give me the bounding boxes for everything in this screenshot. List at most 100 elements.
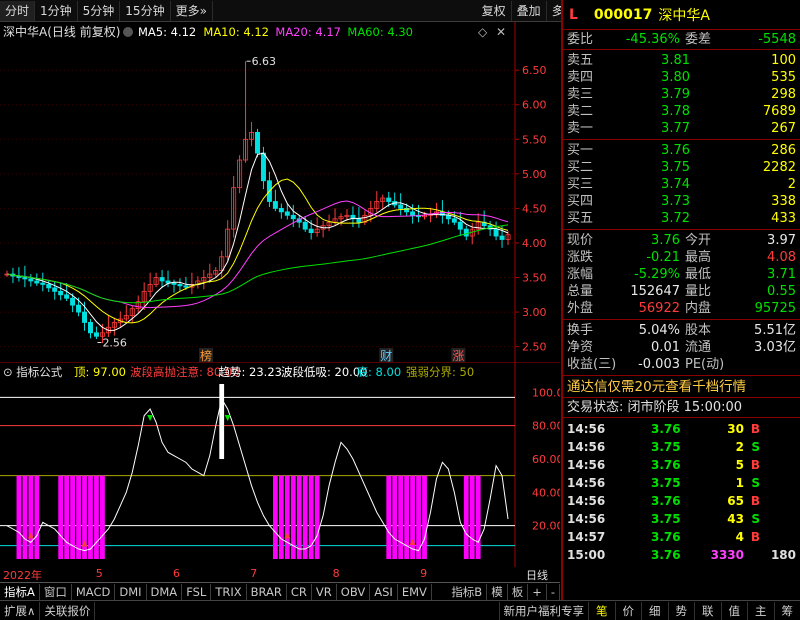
oversold-bar [284, 475, 290, 559]
indicator-tab-10[interactable]: OBV [337, 583, 371, 600]
time-axis: 2022年 5 6 7 8 9 日线 [0, 567, 560, 583]
bottom-left-1[interactable]: 关联报价 [40, 601, 96, 620]
toolbar-period-0[interactable]: 分时 [0, 0, 36, 21]
fund-row-0: 换手 5.04% 股本 5.51亿 [563, 322, 800, 339]
book-volume: 100 [771, 53, 796, 68]
ma-label-2: MA20: 4.17 [275, 25, 341, 39]
price-chart[interactable]: 6.50 6.00 5.50 5.00 4.50 4.00 3.50 3.00 2.50 深中华A… [0, 22, 560, 362]
fund-value: 0.01 [651, 340, 680, 355]
indicator-tick-label: 20.00 [532, 520, 560, 533]
market-badge: L [569, 6, 578, 23]
price-tick-label: 5.50 [522, 133, 547, 146]
bottom-right-0[interactable]: 新用户福利专享 [498, 601, 589, 620]
quote-panel: L 000017 深中华A 委比 -45.36% 委差 -5548 卖五 3.81… [561, 0, 800, 600]
toolbar-btn-0[interactable]: 复权 [477, 0, 512, 21]
bottom-right-4[interactable]: 势 [667, 601, 695, 620]
close-icon[interactable]: ✕ [496, 25, 506, 39]
oversold-bar [475, 475, 481, 559]
book-volume: 433 [771, 211, 796, 226]
settings-icon[interactable] [123, 27, 133, 37]
candle-body [410, 211, 416, 216]
trend-line [6, 397, 509, 552]
event-marker-1[interactable]: 财 [380, 349, 392, 362]
candle-body [308, 228, 314, 233]
book-volume: 535 [771, 70, 796, 85]
indicator-tab-8[interactable]: CR [287, 583, 312, 600]
event-marker-0[interactable]: 榜 [200, 348, 212, 362]
ma5-line [6, 152, 509, 331]
tick-row-3: 14:56 3.75 1 S [563, 474, 800, 492]
indicator-tab-7[interactable]: BRAR [247, 583, 287, 600]
indicator-tab-right-2[interactable]: 板 [508, 583, 529, 600]
time-period[interactable]: 日线 [526, 567, 548, 583]
promo-banner[interactable]: 通达信仅需20元查看千档行情 [563, 376, 800, 398]
candle-body [40, 282, 46, 285]
indicator-tab-12[interactable]: EMV [398, 583, 432, 600]
ask-row-0: 卖五 3.81 100 [563, 52, 800, 69]
candle-body [88, 322, 93, 334]
diamond-icon[interactable]: ◇ [478, 25, 488, 39]
bottom-right-8[interactable]: 筹 [773, 601, 800, 620]
bottom-left-0[interactable]: 扩展∧ [0, 601, 41, 620]
toolbar-period-3[interactable]: 15分钟 [120, 0, 171, 21]
tick-side: B [750, 530, 760, 544]
stat-value-2: 3.71 [767, 267, 796, 282]
candle-body [356, 218, 362, 223]
stat-row-4: 外盘 56922 内盘 95725 [563, 300, 800, 317]
weibi-value: -45.36% [625, 32, 680, 47]
indicator-tab-4[interactable]: DMA [147, 583, 183, 600]
toolbar-period-2[interactable]: 5分钟 [78, 0, 121, 21]
bottom-right-6[interactable]: 值 [720, 601, 748, 620]
indicator-tab-right-3[interactable]: + [528, 583, 547, 600]
indicator-tab-3[interactable]: DMI [115, 583, 147, 600]
toolbar-period-4[interactable]: 更多» [171, 0, 213, 21]
indicator-chart[interactable]: ⊙ 指标公式 顶: 97.00 波段高抛注意: 80.00趋势: 23.23 波段低吸… [0, 362, 560, 567]
tick-row-1: 14:56 3.75 2 S [563, 438, 800, 456]
fund-row-1: 净资 0.01 流通 3.03亿 [563, 339, 800, 356]
bottom-right-1[interactable]: 笔 [588, 601, 615, 620]
book-label: 卖五 [567, 53, 594, 68]
tick-side: S [751, 512, 760, 526]
indicator-tab-right-4[interactable]: - [547, 583, 560, 600]
tick-side: 180 [770, 548, 796, 562]
tick-side: B [750, 494, 760, 508]
indicator-tab-0[interactable]: 指标A [0, 583, 40, 600]
bottom-right-3[interactable]: 细 [641, 601, 668, 620]
indicator-tab-2[interactable]: MACD [72, 583, 116, 600]
oversold-bar [58, 475, 64, 559]
book-label: 买三 [567, 177, 594, 192]
indicator-tab-1[interactable]: 窗口 [40, 583, 72, 600]
stock-name: 深中华A [658, 7, 710, 24]
indicator-tab-5[interactable]: FSL [182, 583, 212, 600]
indicator-tab-right-1[interactable]: 模 [487, 583, 508, 600]
candle-body [183, 285, 189, 288]
stat-value-2: 4.08 [767, 250, 796, 265]
toolbar-period-1[interactable]: 1分钟 [35, 0, 78, 21]
book-volume: 2 [787, 177, 796, 192]
indicator-tab-9[interactable]: VR [312, 583, 337, 600]
indicator-tab-6[interactable]: TRIX [211, 583, 247, 600]
book-price: 3.79 [661, 87, 690, 102]
toolbar-btn-1[interactable]: 叠加 [512, 0, 547, 21]
bottom-right-5[interactable]: 联 [694, 601, 721, 620]
tick-row-7: 15:00 3.76 3330 180 [563, 546, 800, 564]
indicator-tab-11[interactable]: ASI [370, 583, 398, 600]
fund-label-2: 流通 [685, 340, 712, 355]
event-marker-2[interactable]: 涨 [452, 348, 464, 362]
bid-row-1: 买二 3.75 2282 [563, 159, 800, 176]
indicator-label-5: 强弱分界: 50 [406, 365, 474, 379]
weibi-label: 委比 [567, 32, 594, 47]
bottom-right-7[interactable]: 主 [747, 601, 774, 620]
bottom-right-2[interactable]: 价 [614, 601, 642, 620]
fund-value-2: 5.51亿 [754, 323, 796, 338]
candle-body [159, 277, 165, 282]
candle-body [499, 235, 505, 240]
overbought-bar [219, 384, 225, 459]
ma60-line [6, 224, 509, 304]
bottom-right-group: 新用户福利专享笔价细势联值主筹 [498, 601, 800, 620]
stat-value-2: 0.55 [767, 284, 796, 299]
indicator-tab-right-0[interactable]: 指标B [447, 583, 488, 600]
candle-body [28, 278, 34, 282]
indicator-tick-label: 100.0 [532, 386, 560, 399]
candle-body [93, 332, 99, 337]
